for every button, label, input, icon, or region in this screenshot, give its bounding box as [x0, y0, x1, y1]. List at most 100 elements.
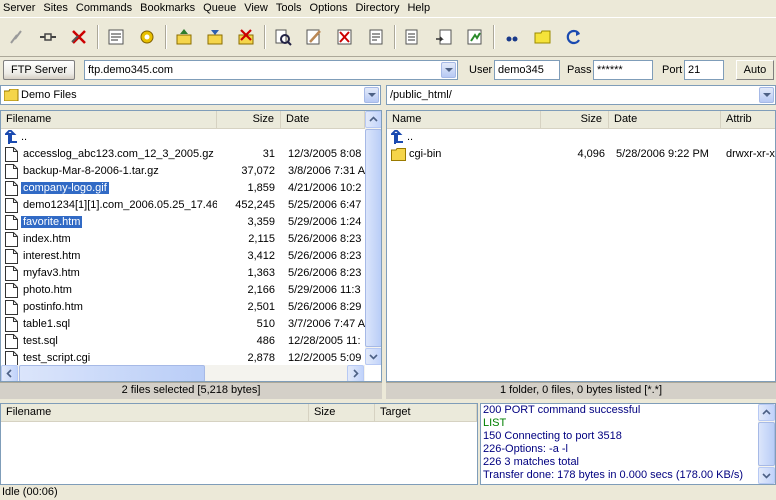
remote-path-combo[interactable]: /public_html/ [386, 85, 776, 105]
local-path-value: Demo Files [21, 89, 77, 101]
file-row[interactable]: demo1234[1][1].com_2006.05.25_17.46 452,2… [1, 197, 365, 214]
column-header-target[interactable]: Target [375, 404, 477, 421]
column-header-filename[interactable]: Filename [1, 404, 309, 421]
file-date: 4/21/2006 10:2 [288, 182, 362, 194]
sync-icon[interactable] [431, 24, 457, 50]
search-icon[interactable] [270, 24, 296, 50]
properties-icon[interactable] [363, 24, 389, 50]
column-header-size[interactable]: Size [217, 111, 281, 128]
folder-icon [4, 89, 19, 101]
file-icon [5, 164, 18, 179]
host-combo[interactable]: ftp.demo345.com [84, 60, 458, 80]
refresh-icon[interactable] [561, 24, 587, 50]
parent-directory-row[interactable]: .. [1, 129, 365, 146]
local-file-list[interactable]: Filename Size Date .. accesslog_abc123.co… [0, 110, 382, 382]
local-path-combo[interactable]: Demo Files [0, 85, 381, 105]
parent-directory-row[interactable]: .. [387, 129, 775, 146]
menu-tools[interactable]: Tools [272, 1, 306, 15]
settings-icon[interactable] [134, 24, 160, 50]
compare-icon[interactable] [400, 24, 426, 50]
scroll-down-icon[interactable] [365, 348, 381, 365]
column-header-size[interactable]: Size [309, 404, 375, 421]
file-date: 5/26/2006 8:23 [288, 250, 362, 262]
file-name: table1.sql [23, 318, 71, 330]
user-field[interactable]: demo345 [494, 60, 560, 80]
local-vertical-scrollbar[interactable] [365, 111, 381, 365]
menu-commands[interactable]: Commands [72, 1, 136, 15]
abort-icon[interactable] [66, 24, 92, 50]
local-horizontal-scrollbar[interactable] [1, 365, 365, 381]
cancel-icon[interactable] [332, 24, 358, 50]
file-row[interactable]: interest.htm 3,412 5/26/2006 8:23 [1, 248, 365, 265]
menu-queue[interactable]: Queue [199, 1, 240, 15]
menu-help[interactable]: Help [403, 1, 434, 15]
chevron-down-icon[interactable] [759, 87, 774, 103]
scroll-left-icon[interactable] [1, 365, 18, 381]
password-field[interactable]: ****** [593, 60, 653, 80]
auto-button[interactable]: Auto [736, 60, 774, 80]
file-name: myfav3.htm [23, 267, 80, 279]
scroll-up-icon[interactable] [365, 111, 381, 128]
connection-bar: FTP Server ftp.demo345.com User demo345 … [0, 58, 776, 82]
reconnect-icon[interactable] [35, 24, 61, 50]
folder-icon[interactable] [530, 24, 556, 50]
view-log-icon[interactable] [103, 24, 129, 50]
log-vertical-scrollbar[interactable] [758, 404, 775, 484]
file-name: interest.htm [23, 250, 81, 262]
menu-view[interactable]: View [240, 1, 272, 15]
local-list-header: Filename Size Date [1, 111, 365, 129]
column-header-date[interactable]: Date [609, 111, 721, 128]
file-attrib: drwxr-xr-x [726, 148, 775, 160]
column-header-filename[interactable]: Filename [1, 111, 217, 128]
file-row[interactable]: myfav3.htm 1,363 5/26/2006 8:23 [1, 265, 365, 282]
scroll-right-icon[interactable] [347, 365, 364, 381]
folder-row[interactable]: cgi-bin 4,096 5/28/2006 9:22 PM drwxr-xr-x [387, 146, 775, 163]
column-header-size[interactable]: Size [541, 111, 609, 128]
file-name: favorite.htm [21, 216, 83, 228]
menu-directory[interactable]: Directory [351, 1, 403, 15]
server-type-button[interactable]: FTP Server [3, 60, 75, 80]
column-header-name[interactable]: Name [387, 111, 541, 128]
file-row[interactable]: photo.htm 2,166 5/29/2006 11:3 [1, 282, 365, 299]
transfer-icon[interactable] [462, 24, 488, 50]
file-date: 3/7/2006 7:47 A [288, 318, 365, 330]
file-size: 452,245 [235, 199, 275, 211]
disconnect-icon[interactable] [4, 24, 30, 50]
chevron-down-icon[interactable] [441, 62, 456, 78]
session-log[interactable]: 200 PORT command successful LIST 150 Conne… [480, 403, 776, 485]
file-row[interactable]: accesslog_abc123.com_12_3_2005.gz 31 12/3/… [1, 146, 365, 163]
transfer-queue[interactable]: Filename Size Target [0, 403, 478, 485]
upload-icon[interactable] [171, 24, 197, 50]
scroll-thumb[interactable] [758, 422, 775, 466]
menu-server[interactable]: Server [0, 1, 39, 15]
scroll-thumb[interactable] [365, 129, 381, 347]
file-icon [5, 147, 18, 162]
delete-icon[interactable] [233, 24, 259, 50]
menu-bookmarks[interactable]: Bookmarks [136, 1, 199, 15]
column-header-date[interactable]: Date [281, 111, 365, 128]
file-row[interactable]: test.sql 486 12/28/2005 11: [1, 333, 365, 350]
remote-file-list[interactable]: Name Size Date Attrib .. cgi-bin 4,096 5/28… [386, 110, 776, 382]
file-row[interactable]: backup-Mar-8-2006-1.tar.gz 37,072 3/8/2006… [1, 163, 365, 180]
port-field[interactable]: 21 [684, 60, 724, 80]
file-row[interactable]: favorite.htm 3,359 5/29/2006 1:24 [1, 214, 365, 231]
download-icon[interactable] [202, 24, 228, 50]
menu-sites[interactable]: Sites [39, 1, 71, 15]
scroll-up-icon[interactable] [758, 404, 775, 421]
file-row[interactable]: table1.sql 510 3/7/2006 7:47 A [1, 316, 365, 333]
file-date: 5/26/2006 8:23 [288, 267, 362, 279]
file-row[interactable]: index.htm 2,115 5/26/2006 8:23 [1, 231, 365, 248]
menu-options[interactable]: Options [306, 1, 352, 15]
file-name: backup-Mar-8-2006-1.tar.gz [23, 165, 159, 177]
file-size: 37,072 [241, 165, 275, 177]
file-date: 5/29/2006 1:24 [288, 216, 362, 228]
scroll-down-icon[interactable] [758, 467, 775, 484]
scroll-thumb[interactable] [19, 365, 205, 381]
column-header-attrib[interactable]: Attrib [721, 111, 775, 128]
file-row[interactable]: postinfo.htm 2,501 5/26/2006 8:29 [1, 299, 365, 316]
quote-icon[interactable] [499, 24, 525, 50]
chevron-down-icon[interactable] [364, 87, 379, 103]
file-name: postinfo.htm [23, 301, 83, 313]
file-row[interactable]: company-logo.gif 1,859 4/21/2006 10:2 [1, 180, 365, 197]
rename-icon[interactable] [301, 24, 327, 50]
